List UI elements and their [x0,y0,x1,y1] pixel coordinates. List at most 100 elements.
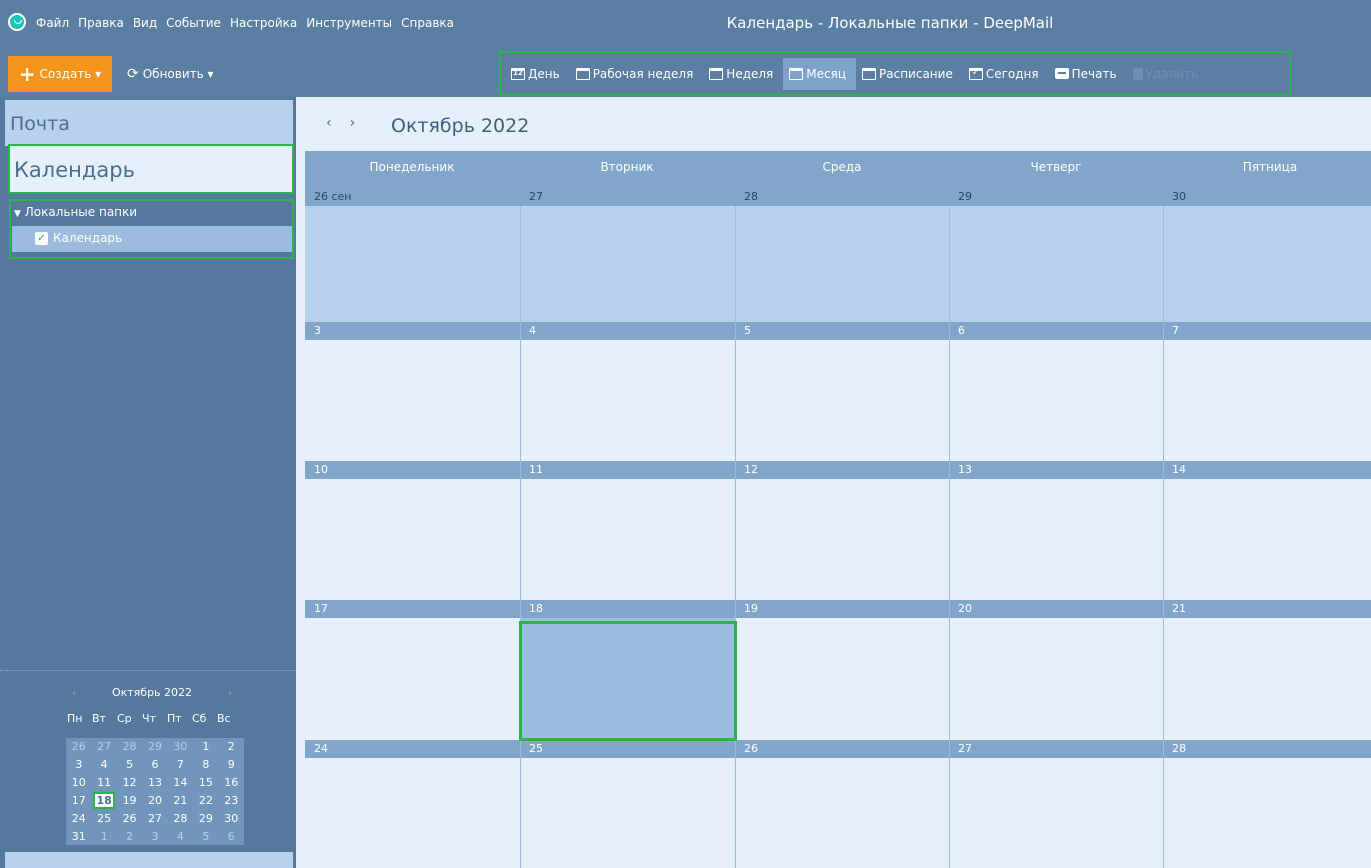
mini-day[interactable]: 12 [117,774,142,792]
mini-day[interactable]: 28 [168,809,193,827]
mini-day[interactable]: 11 [91,774,116,792]
day-cell[interactable] [520,340,735,461]
day-cell[interactable] [305,206,520,322]
day-cell[interactable] [305,758,520,868]
week-header: 26 сен 27 28 29 30 [305,188,1371,206]
day-cell[interactable] [1163,758,1371,868]
mini-day[interactable]: 23 [219,792,244,810]
mini-day[interactable]: 30 [168,738,193,756]
mini-day[interactable]: 1 [193,738,218,756]
day-cell[interactable] [949,758,1163,868]
day-number: 6 [958,324,965,337]
mini-day[interactable]: 1 [91,827,116,845]
mini-day[interactable]: 2 [219,738,244,756]
sidebar-item-calendar[interactable]: Календарь [8,144,294,194]
mini-day[interactable]: 16 [219,774,244,792]
mini-day[interactable]: 18 [93,791,115,810]
mini-prev-icon[interactable]: ‹ [72,686,76,704]
mini-day[interactable]: 5 [117,756,142,774]
mini-day[interactable]: 26 [66,738,91,756]
delete-label: Удалить [1145,66,1199,81]
menu-settings[interactable]: Настройка [230,16,297,30]
day-cell[interactable] [735,206,949,322]
sidebar-item-mail[interactable]: Почта [5,100,293,146]
day-cell[interactable] [520,758,735,868]
menu-file[interactable]: Файл [36,16,69,30]
day-cell[interactable] [305,340,520,461]
day-cell[interactable] [949,206,1163,322]
mini-day[interactable]: 22 [193,792,218,810]
mini-day[interactable]: 13 [142,774,167,792]
mini-day[interactable]: 26 [117,809,142,827]
day-cell[interactable] [949,618,1163,740]
view-day-button[interactable]: День [505,58,570,90]
mini-day[interactable]: 4 [91,756,116,774]
folder-item-calendar[interactable]: ✓ Календарь [12,226,292,252]
print-button[interactable]: Печать [1049,58,1127,90]
mini-day[interactable]: 21 [168,792,193,810]
mini-day[interactable]: 7 [168,756,193,774]
view-week-button[interactable]: Неделя [703,58,783,90]
day-cell[interactable] [735,340,949,461]
calendar-checkbox[interactable]: ✓ [35,232,48,245]
mini-day[interactable]: 19 [117,792,142,810]
mini-day[interactable]: 15 [193,774,218,792]
day-cell[interactable] [949,340,1163,461]
mini-day[interactable]: 9 [219,756,244,774]
mini-day[interactable]: 6 [219,827,244,845]
menu-tools[interactable]: Инструменты [306,16,392,30]
refresh-button[interactable]: ⟳ Обновить ▾ [127,56,214,92]
mini-day[interactable]: 28 [117,738,142,756]
day-number: 13 [958,463,972,476]
mini-day[interactable]: 24 [66,809,91,827]
view-month-button[interactable]: Месяц [783,57,857,90]
day-cell[interactable] [1163,206,1371,322]
mini-calendar-grid: 26 27 28 29 30 1 2 3 4 5 6 7 8 9 10 11 12 13 14 15 16 17 18 19 2… [66,738,244,845]
mini-day[interactable]: 10 [66,774,91,792]
day-cell[interactable] [1163,618,1371,740]
menu-edit[interactable]: Правка [78,16,124,30]
mini-day[interactable]: 29 [193,809,218,827]
menu-event[interactable]: Событие [166,16,221,30]
create-button[interactable]: + Создать ▾ [8,56,112,92]
mini-day[interactable]: 30 [219,809,244,827]
folder-local[interactable]: ▼ Локальные папки [14,205,137,219]
day-cell[interactable] [1163,340,1371,461]
next-month-icon[interactable]: › [350,115,356,131]
mini-day[interactable]: 3 [142,827,167,845]
mini-day[interactable]: 27 [142,809,167,827]
prev-month-icon[interactable]: ‹ [326,115,332,131]
day-cell[interactable] [735,618,949,740]
mini-day[interactable]: 14 [168,774,193,792]
mini-day[interactable]: 20 [142,792,167,810]
day-cell[interactable] [735,758,949,868]
view-switcher: День Рабочая неделя Неделя Месяц Расписа… [499,51,1291,96]
mini-day[interactable]: 4 [168,827,193,845]
day-cell[interactable] [735,479,949,600]
mini-day[interactable]: 31 [66,827,91,845]
mini-day[interactable]: 17 [66,792,91,810]
day-cell[interactable] [305,479,520,600]
menu-bar: Файл Правка Вид Событие Настройка Инстру… [36,16,454,30]
mini-day[interactable]: 2 [117,827,142,845]
day-cell[interactable] [305,618,520,740]
mini-day[interactable]: 5 [193,827,218,845]
view-workweek-button[interactable]: Рабочая неделя [570,58,704,90]
mini-day[interactable]: 3 [66,756,91,774]
menu-help[interactable]: Справка [401,16,454,30]
print-label: Печать [1071,66,1117,81]
view-schedule-button[interactable]: Расписание [856,58,963,90]
day-cell[interactable] [520,206,735,322]
mini-day[interactable]: 8 [193,756,218,774]
day-cell[interactable] [520,479,735,600]
calendar-month-icon [789,67,804,80]
mini-day[interactable]: 27 [91,738,116,756]
view-today-button[interactable]: Сегодня [963,58,1049,90]
mini-next-icon[interactable]: › [228,686,232,704]
menu-view[interactable]: Вид [133,16,157,30]
mini-day[interactable]: 25 [91,809,116,827]
mini-day[interactable]: 29 [142,738,167,756]
mini-day[interactable]: 6 [142,756,167,774]
day-cell[interactable] [1163,479,1371,600]
day-cell[interactable] [949,479,1163,600]
